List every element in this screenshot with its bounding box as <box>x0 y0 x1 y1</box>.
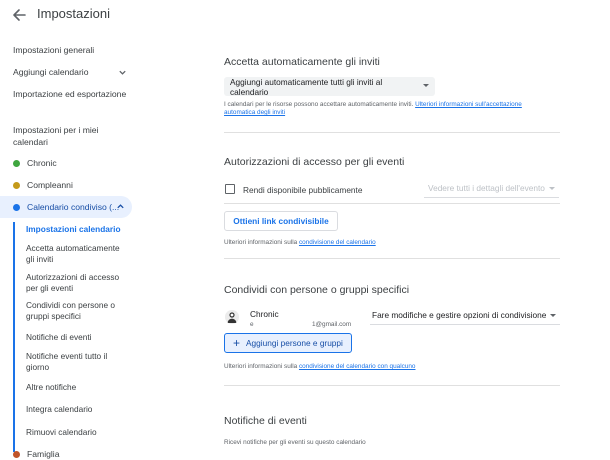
calendar-color-dot <box>13 181 20 189</box>
section-divider <box>224 132 560 133</box>
sidebar: Impostazioni generali Aggiungi calendari… <box>0 36 140 460</box>
submenu-item-integrate[interactable]: Integra calendario <box>26 404 126 415</box>
section-divider <box>224 203 560 204</box>
submenu-item-access-permissions[interactable]: Autorizzazioni di accesso per gli eventi <box>26 272 126 294</box>
top-bar: Impostazioni <box>0 0 610 30</box>
notifications-note: Ricevi notifiche per gli eventi su quest… <box>224 439 366 446</box>
plus-icon: + <box>233 336 241 350</box>
sidebar-item-import-export[interactable]: Importazione ed esportazione <box>0 83 126 105</box>
public-checkbox-label: Rendi disponibile pubblicamente <box>243 185 363 195</box>
auto-accept-select-value: Aggiungi automaticamente tutti gli invit… <box>230 76 383 97</box>
chevron-down-icon[interactable] <box>118 61 127 83</box>
caret-down-icon <box>423 84 429 87</box>
public-checkbox[interactable] <box>225 184 235 194</box>
shared-person-name: Chronic <box>250 309 279 319</box>
submenu-item-allday-notifications[interactable]: Notifiche eventi tutto il giorno <box>26 351 126 373</box>
section-title-auto-accept: Accetta automaticamente gli inviti <box>224 56 380 68</box>
avatar <box>225 310 239 324</box>
sidebar-section-title: Impostazioni per i miei calendari <box>13 125 99 147</box>
section-title-notifications: Notifiche di eventi <box>224 415 307 427</box>
public-visibility-select-value: Vedere tutti i dettagli dell'evento <box>428 183 545 193</box>
section-divider <box>224 385 560 386</box>
public-visibility-select: Vedere tutti i dettagli dell'evento <box>424 179 559 198</box>
calendar-color-dot <box>13 450 20 458</box>
submenu-item-auto-accept[interactable]: Accetta automaticamente gli inviti <box>26 243 126 265</box>
submenu-item-event-notifications[interactable]: Notifiche di eventi <box>26 332 126 343</box>
calendar-label: Famiglia <box>27 449 60 459</box>
calendar-color-dot <box>13 159 20 167</box>
share-note: Ulteriori informazioni sulla condivision… <box>224 363 416 371</box>
shared-person-email: e <box>250 321 254 328</box>
auto-accept-note: I calendari per le risorse possono accet… <box>224 101 554 117</box>
submenu-item-share[interactable]: Condividi con persone o gruppi specifici <box>26 300 126 322</box>
back-arrow-icon[interactable] <box>11 7 27 23</box>
submenu-item-calendar-settings[interactable]: Impostazioni calendario <box>26 224 126 235</box>
add-people-button[interactable]: + Aggiungi persone e gruppi <box>224 333 352 353</box>
get-shareable-link-button[interactable]: Ottieni link condivisibile <box>224 211 338 231</box>
calendar-color-dot <box>13 203 20 211</box>
sidebar-item-general[interactable]: Impostazioni generali <box>0 39 94 61</box>
access-learn-more-link[interactable]: condivisione del calendario <box>299 239 376 246</box>
permission-select-value: Fare modifiche e gestire opzioni di cond… <box>372 310 547 320</box>
chevron-up-icon[interactable] <box>116 202 125 213</box>
note-text: I calendari per le risorse possono accet… <box>224 101 414 108</box>
note-text: Ulteriori informazioni sulla <box>224 239 298 246</box>
calendar-label: Compleanni <box>27 180 73 190</box>
section-title-share: Condividi con persone o gruppi specifici <box>224 284 410 296</box>
calendar-item-compleanni[interactable]: Compleanni <box>0 174 132 196</box>
calendar-label: Chronic <box>27 158 57 168</box>
calendar-item-chronic[interactable]: Chronic <box>0 152 132 174</box>
calendar-label: Calendario condiviso (... <box>27 202 120 212</box>
add-people-button-label: Aggiungi persone e gruppi <box>246 338 343 348</box>
access-note: Ulteriori informazioni sulla condivision… <box>224 239 376 247</box>
sidebar-item-add-calendar[interactable]: Aggiungi calendario <box>0 61 140 83</box>
note-text: Ulteriori informazioni sulla <box>224 363 298 370</box>
section-divider <box>224 258 560 259</box>
calendar-item-shared[interactable]: Calendario condiviso (... <box>0 196 132 218</box>
caret-down-icon <box>550 314 556 317</box>
section-title-access: Autorizzazioni di accesso per gli eventi <box>224 156 405 168</box>
caret-down-icon <box>549 187 555 190</box>
auto-accept-select[interactable]: Aggiungi automaticamente tutti gli invit… <box>224 76 435 97</box>
sidebar-item-label: Aggiungi calendario <box>13 67 89 77</box>
submenu-item-remove[interactable]: Rimuovi calendario <box>26 427 126 438</box>
calendar-item-famiglia[interactable]: Famiglia <box>0 443 132 460</box>
submenu-item-other-notifications[interactable]: Altre notifiche <box>26 382 126 393</box>
share-learn-more-link[interactable]: condivisione del calendario con qualcuno <box>299 363 416 370</box>
sidebar-item-label: Impostazioni generali <box>13 45 95 55</box>
shared-person-email-domain: 1@gmail.com <box>312 321 352 328</box>
permission-select[interactable]: Fare modifiche e gestire opzioni di cond… <box>370 306 560 325</box>
submenu-indicator-line <box>13 222 15 452</box>
page-title: Impostazioni <box>37 6 110 21</box>
shared-person-row: Chronic e 1@gmail.com Fare modifiche e g… <box>224 304 560 332</box>
sidebar-item-label: Importazione ed esportazione <box>13 89 127 99</box>
